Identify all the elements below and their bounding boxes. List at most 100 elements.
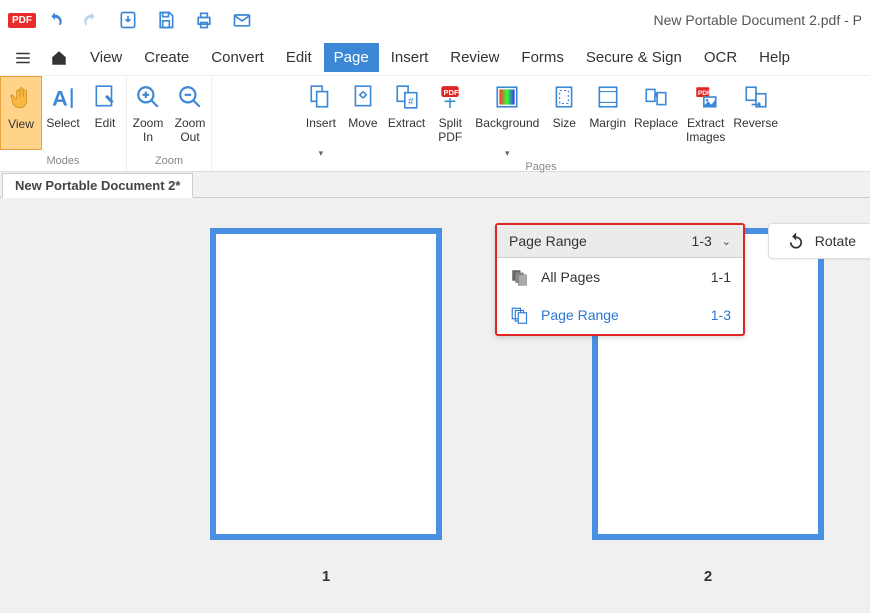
print-icon[interactable] <box>194 10 214 30</box>
split-button[interactable]: PDF Split PDF <box>429 76 471 148</box>
split-pdf-icon: PDF <box>435 82 465 112</box>
svg-text:PDF: PDF <box>698 90 711 97</box>
menu-ocr[interactable]: OCR <box>694 43 747 72</box>
move-label: Move <box>348 116 377 146</box>
view-button[interactable]: View <box>0 76 42 150</box>
zoom-in-icon <box>133 82 163 112</box>
window-title: New Portable Document 2.pdf - P <box>653 12 862 28</box>
insert-page-icon <box>306 82 336 112</box>
menu-edit[interactable]: Edit <box>276 43 322 72</box>
select-button[interactable]: A Select <box>42 76 84 148</box>
zoom-in-label: Zoom In <box>133 116 164 146</box>
page-range-dropdown: Page Range 1-3 ⌄ All Pages 1-1 Page Rang… <box>495 223 745 336</box>
page-1-number: 1 <box>322 568 330 585</box>
svg-text:PDF: PDF <box>444 88 460 97</box>
menu-forms[interactable]: Forms <box>511 43 574 72</box>
margin-label: Margin <box>589 116 626 146</box>
all-pages-value: 1-1 <box>711 269 731 285</box>
menu-view[interactable]: View <box>80 43 132 72</box>
ribbon-group-modes: View A Select Edit Modes <box>0 76 127 171</box>
modes-group-label: Modes <box>0 155 126 171</box>
split-label: Split PDF <box>438 116 462 146</box>
rotate-label: Rotate <box>815 233 856 249</box>
download-icon[interactable] <box>118 10 138 30</box>
edit-page-icon <box>90 82 120 112</box>
chevron-down-icon: ⌄ <box>722 235 731 248</box>
page-range-option[interactable]: Page Range 1-3 <box>497 296 743 334</box>
move-button[interactable]: Move <box>342 76 384 148</box>
hamburger-menu-icon[interactable] <box>8 45 38 71</box>
insert-label: Insert <box>306 116 336 146</box>
quick-access-toolbar <box>46 10 252 30</box>
edit-button[interactable]: Edit <box>84 76 126 148</box>
extract-images-label: Extract Images <box>686 116 725 146</box>
redo-icon[interactable] <box>82 11 100 29</box>
ribbon: View A Select Edit Modes Zoom In Zoom Ou… <box>0 76 870 172</box>
zoom-out-label: Zoom Out <box>175 116 206 146</box>
page-1-preview <box>210 228 442 540</box>
menu-help[interactable]: Help <box>749 43 800 72</box>
title-bar: PDF New Portable Document 2.pdf - P <box>0 0 870 40</box>
edit-label: Edit <box>95 116 116 146</box>
zoom-out-button[interactable]: Zoom Out <box>169 76 211 148</box>
svg-text:A: A <box>52 86 68 110</box>
extract-button[interactable]: # Extract <box>384 76 429 148</box>
view-label: View <box>8 117 34 147</box>
all-pages-option[interactable]: All Pages 1-1 <box>497 258 743 296</box>
rotate-button[interactable]: Rotate <box>768 223 870 259</box>
menu-convert[interactable]: Convert <box>201 43 274 72</box>
pages-group-label: Pages <box>212 161 870 177</box>
margin-icon <box>593 82 623 112</box>
content-area: 1 2 Page Range 1-3 ⌄ All Pages 1-1 Page … <box>0 198 870 613</box>
extract-images-button[interactable]: PDF Extract Images <box>682 76 729 148</box>
margin-button[interactable]: Margin <box>585 76 630 148</box>
zoom-in-button[interactable]: Zoom In <box>127 76 169 148</box>
extract-images-icon: PDF <box>691 82 721 112</box>
ribbon-group-pages: Insert ▾ Move # Extract PDF Split PDF Ba… <box>212 76 870 171</box>
menu-review[interactable]: Review <box>440 43 509 72</box>
all-pages-label: All Pages <box>541 269 711 285</box>
replace-icon <box>641 82 671 112</box>
background-button[interactable]: Background ▾ <box>471 76 543 161</box>
size-label: Size <box>553 116 576 146</box>
page-range-option-label: Page Range <box>541 307 711 323</box>
replace-button[interactable]: Replace <box>630 76 682 148</box>
rotate-icon <box>787 232 805 250</box>
menu-page[interactable]: Page <box>324 43 379 72</box>
chevron-down-icon: ▾ <box>505 148 510 159</box>
mail-icon[interactable] <box>232 10 252 30</box>
reverse-icon <box>741 82 771 112</box>
reverse-button[interactable]: Reverse <box>729 76 782 148</box>
document-tab[interactable]: New Portable Document 2* <box>2 173 193 198</box>
page-range-header-label: Page Range <box>509 233 692 249</box>
background-label: Background <box>475 116 539 146</box>
zoom-out-icon <box>175 82 205 112</box>
page-range-header[interactable]: Page Range 1-3 ⌄ <box>497 225 743 258</box>
page-size-icon <box>549 82 579 112</box>
insert-button[interactable]: Insert ▾ <box>300 76 342 161</box>
page-range-header-value: 1-3 <box>692 233 712 249</box>
select-label: Select <box>46 116 79 146</box>
menu-insert[interactable]: Insert <box>381 43 439 72</box>
extract-page-icon: # <box>392 82 422 112</box>
chevron-down-icon: ▾ <box>319 148 324 159</box>
extract-label: Extract <box>388 116 425 146</box>
reverse-label: Reverse <box>733 116 778 146</box>
background-icon <box>492 82 522 112</box>
page-range-option-value: 1-3 <box>711 307 731 323</box>
hand-icon <box>6 83 36 113</box>
ribbon-group-zoom: Zoom In Zoom Out Zoom <box>127 76 212 171</box>
menu-create[interactable]: Create <box>134 43 199 72</box>
page-thumb-1[interactable]: 1 <box>210 228 442 585</box>
pages-stack-icon <box>509 306 529 324</box>
svg-text:#: # <box>408 97 414 108</box>
save-icon[interactable] <box>156 10 176 30</box>
menu-bar: View Create Convert Edit Page Insert Rev… <box>0 40 870 76</box>
pages-stack-icon <box>509 268 529 286</box>
text-select-icon: A <box>48 82 78 112</box>
page-2-number: 2 <box>704 568 712 585</box>
home-icon[interactable] <box>44 45 74 71</box>
menu-secure[interactable]: Secure & Sign <box>576 43 692 72</box>
size-button[interactable]: Size <box>543 76 585 148</box>
undo-icon[interactable] <box>46 11 64 29</box>
